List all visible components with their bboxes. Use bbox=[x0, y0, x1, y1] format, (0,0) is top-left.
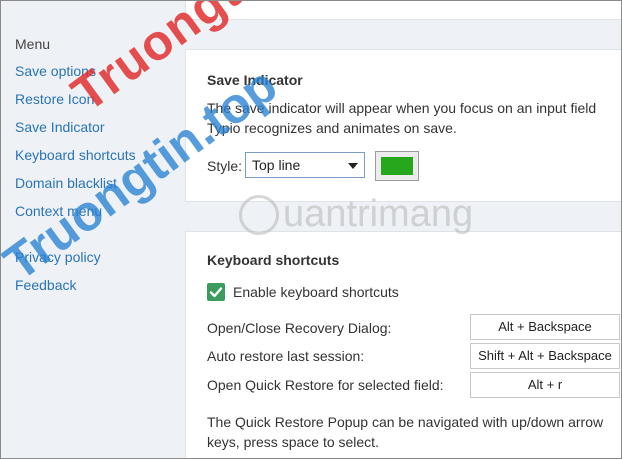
sidebar: Menu Save options Restore Icon Save Indi… bbox=[15, 35, 175, 304]
nav-feedback[interactable]: Feedback bbox=[15, 276, 175, 294]
style-select-value: Top line bbox=[252, 157, 301, 173]
style-label: Style: bbox=[207, 158, 243, 174]
shortcut-input-auto-restore[interactable]: Shift + Alt + Backspace bbox=[470, 343, 620, 369]
menu-title: Menu bbox=[15, 36, 51, 52]
enable-shortcuts-checkbox[interactable] bbox=[207, 283, 225, 301]
save-indicator-description-line-2: Typio recognizes and animates on save. bbox=[207, 120, 457, 136]
shortcut-input-recovery-dialog[interactable]: Alt + Backspace bbox=[470, 314, 620, 340]
save-indicator-card: Save Indicator The save indicator will a… bbox=[185, 49, 621, 202]
color-swatch bbox=[381, 157, 413, 175]
checkmark-icon bbox=[209, 287, 223, 298]
shortcut-input-quick-restore[interactable]: Alt + r bbox=[470, 372, 620, 398]
keyboard-shortcuts-card: Keyboard shortcuts Enable keyboard short… bbox=[185, 231, 621, 458]
nav-restore-icon[interactable]: Restore Icon bbox=[15, 90, 175, 108]
shortcut-label-quick-restore: Open Quick Restore for selected field: bbox=[207, 377, 444, 393]
shortcut-label-auto-restore: Auto restore last session: bbox=[207, 348, 365, 364]
nav-context-menu[interactable]: Context menu bbox=[15, 202, 175, 220]
chevron-down-icon bbox=[348, 163, 358, 169]
nav-save-options[interactable]: Save options bbox=[15, 62, 175, 80]
previous-section-card bbox=[185, 1, 621, 20]
save-indicator-description-line-1: The save indicator will appear when you … bbox=[207, 100, 597, 116]
nav-divider-space bbox=[15, 230, 175, 248]
section-title-keyboard-shortcuts: Keyboard shortcuts bbox=[207, 252, 340, 268]
options-page: Menu Save options Restore Icon Save Indi… bbox=[0, 0, 622, 459]
shortcut-label-recovery-dialog: Open/Close Recovery Dialog: bbox=[207, 320, 392, 336]
indicator-color-picker[interactable] bbox=[375, 151, 419, 181]
nav-save-indicator[interactable]: Save Indicator bbox=[15, 118, 175, 136]
quick-restore-note-line-1: The Quick Restore Popup can be navigated… bbox=[207, 414, 604, 430]
style-select[interactable]: Top line bbox=[245, 152, 365, 178]
nav-privacy-policy[interactable]: Privacy policy bbox=[15, 248, 175, 266]
nav-domain-blacklist[interactable]: Domain blacklist bbox=[15, 174, 175, 192]
enable-shortcuts-label[interactable]: Enable keyboard shortcuts bbox=[233, 284, 399, 300]
nav-keyboard-shortcuts[interactable]: Keyboard shortcuts bbox=[15, 146, 175, 164]
quick-restore-note-line-2: keys, press space to select. bbox=[207, 434, 379, 450]
section-title-save-indicator: Save Indicator bbox=[207, 72, 303, 88]
